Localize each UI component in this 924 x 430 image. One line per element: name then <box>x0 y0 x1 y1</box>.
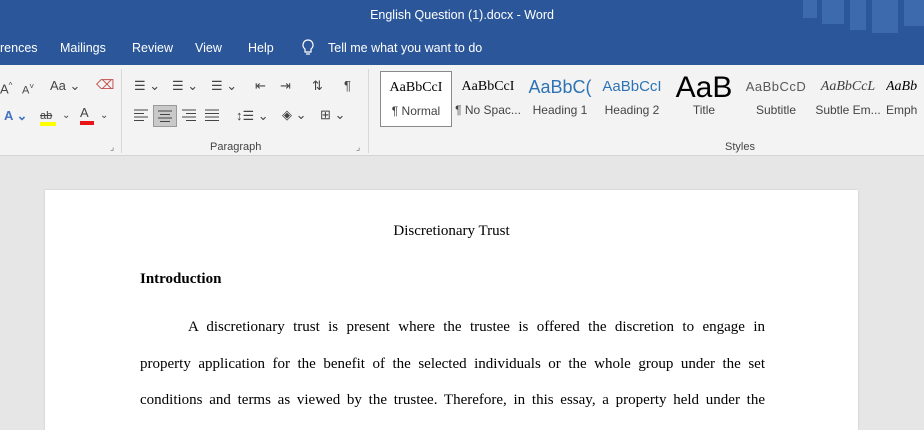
tab-references[interactable]: rences <box>0 41 38 55</box>
style-no-spacing[interactable]: AaBbCcI ¶ No Spac... <box>453 71 523 125</box>
align-center-icon[interactable] <box>153 105 177 127</box>
group-separator <box>121 69 122 153</box>
style-title[interactable]: AaB Title <box>669 71 739 125</box>
style-emphasis[interactable]: AaBb Emph <box>886 71 924 125</box>
style-preview: AaBbCcI <box>602 78 662 95</box>
multilevel-list-icon[interactable]: ☰ ⌄ <box>211 78 237 94</box>
style-name: ¶ No Spac... <box>455 103 521 117</box>
paragraph-line: property application for the benefit of … <box>140 356 765 372</box>
shading-icon[interactable]: ◈ ⌄ <box>282 107 307 123</box>
highlight-dropdown-icon[interactable]: ⌄ <box>62 108 70 124</box>
style-name: Subtitle <box>755 103 797 117</box>
highlight-icon[interactable]: ab <box>40 107 56 126</box>
document-title: Discretionary Trust <box>393 223 510 239</box>
style-name: Subtle Em... <box>815 103 881 117</box>
clear-formatting-icon[interactable]: ⌫ <box>96 77 114 93</box>
style-name: Heading 2 <box>604 103 660 117</box>
tab-view[interactable]: View <box>195 41 222 55</box>
font-color-dropdown-icon[interactable]: ⌄ <box>100 108 108 124</box>
style-heading-2[interactable]: AaBbCcI Heading 2 <box>597 71 667 125</box>
style-subtitle[interactable]: AaBbCcD Subtitle <box>741 71 811 125</box>
numbering-icon[interactable]: ☰ ⌄ <box>172 78 198 94</box>
increase-indent-icon[interactable]: ⇥ <box>280 78 291 94</box>
sort-icon[interactable]: ⇅ <box>312 78 323 94</box>
style-preview: AaBbCcD <box>745 79 807 94</box>
tab-mailings[interactable]: Mailings <box>60 41 106 55</box>
style-name: Title <box>692 103 716 117</box>
ribbon: A^ A˅ Aa ⌄ ⌫ A ⌄ ab ⌄ A ⌄ ⌟ ☰ ⌄ ☰ ⌄ ☰ ⌄ … <box>0 65 924 156</box>
style-preview: AaBbCcI <box>389 80 443 95</box>
line-spacing-icon[interactable]: ↕☰ ⌄ <box>236 108 269 124</box>
paragraph-line: conditions and terms as viewed by the tr… <box>140 392 765 408</box>
font-dialog-launcher-icon[interactable]: ⌟ <box>110 142 114 153</box>
align-right-icon[interactable] <box>182 109 196 125</box>
tab-review[interactable]: Review <box>132 41 173 55</box>
justify-icon[interactable] <box>205 109 219 125</box>
style-heading-1[interactable]: AaBbC( Heading 1 <box>525 71 595 125</box>
document-page[interactable]: Discretionary Trust Introduction A discr… <box>45 190 858 430</box>
font-color-icon[interactable]: A <box>80 105 94 125</box>
group-separator <box>368 69 369 153</box>
decrease-indent-icon[interactable]: ⇤ <box>255 78 266 94</box>
paragraph-line: A discretionary trust is present where t… <box>188 319 765 335</box>
style-preview: AaBbC( <box>528 77 592 97</box>
document-canvas: Discretionary Trust Introduction A discr… <box>0 156 924 430</box>
style-normal[interactable]: AaBbCcI ¶ Normal <box>380 71 452 127</box>
section-heading: Introduction <box>140 271 222 287</box>
title-bar: English Question (1).docx - Word <box>0 0 924 33</box>
change-case-button[interactable]: Aa ⌄ <box>50 78 80 94</box>
align-left-icon[interactable] <box>134 109 148 125</box>
window-title: English Question (1).docx - Word <box>370 8 554 22</box>
style-subtle-emphasis[interactable]: AaBbCcL Subtle Em... <box>813 71 883 125</box>
style-name: Heading 1 <box>532 103 588 117</box>
ribbon-tabs: rences Mailings Review View Help Tell me… <box>0 33 924 65</box>
style-name: Emph <box>886 103 918 117</box>
show-formatting-icon[interactable]: ¶ <box>344 78 351 94</box>
lightbulb-icon[interactable] <box>301 39 315 60</box>
style-preview: AaBb <box>886 79 918 94</box>
tell-me-search[interactable]: Tell me what you want to do <box>328 41 482 55</box>
styles-group-label: Styles <box>725 141 755 153</box>
style-preview: AaBbCcL <box>820 79 876 94</box>
style-preview: AaBbCcI <box>461 79 515 94</box>
text-effects-icon[interactable]: A ⌄ <box>4 108 27 124</box>
style-name: ¶ Normal <box>391 104 441 118</box>
bullets-icon[interactable]: ☰ ⌄ <box>134 78 160 94</box>
style-preview: AaB <box>675 71 733 103</box>
paragraph-dialog-launcher-icon[interactable]: ⌟ <box>356 142 360 153</box>
paragraph-group-label: Paragraph <box>210 141 262 153</box>
borders-icon[interactable]: ⊞ ⌄ <box>320 107 345 123</box>
tab-help[interactable]: Help <box>248 41 274 55</box>
shrink-font-icon[interactable]: A˅ <box>22 79 34 99</box>
change-case-label: Aa <box>50 78 66 93</box>
grow-font-icon[interactable]: A^ <box>0 78 12 97</box>
